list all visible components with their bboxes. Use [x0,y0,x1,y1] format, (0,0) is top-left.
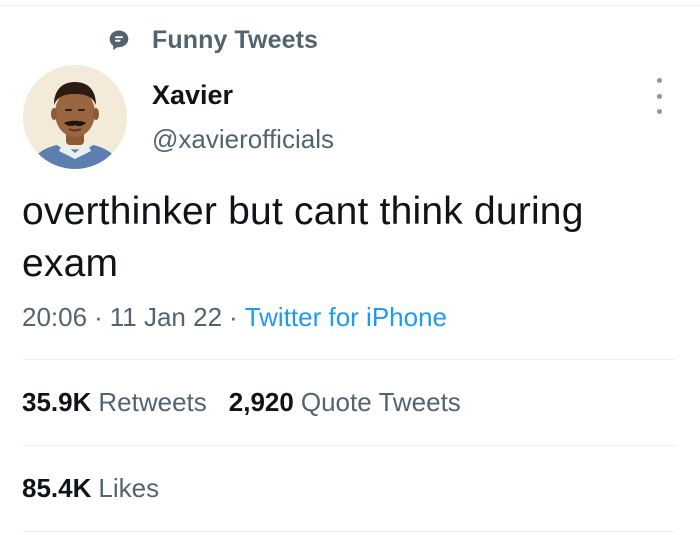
retweets-count: 35.9K [22,387,92,417]
topic-icon [108,29,130,51]
retweets-stat[interactable]: 35.9K Retweets [22,387,207,418]
engagement-stats: 35.9K Retweets 2,920 Quote Tweets [22,387,483,418]
likes-label: Likes [98,473,160,503]
author-name[interactable]: Xavier [152,80,233,111]
tweet-time[interactable]: 20:06 [22,302,87,332]
quote-tweets-label: Quote Tweets [300,387,461,417]
avatar[interactable] [23,65,127,169]
tweet-text: overthinker but cant think during exam [22,190,584,285]
tweet-meta: 20:06 · 11 Jan 22 · Twitter for iPhone [22,302,447,333]
meta-separator: · [94,302,103,332]
author-handle[interactable]: @xavierofficials [152,124,334,155]
divider [22,531,676,532]
top-divider [0,5,700,6]
retweets-label: Retweets [98,387,207,417]
tweet-source-link[interactable]: Twitter for iPhone [245,302,447,332]
divider [22,445,676,446]
meta-separator: · [229,302,238,332]
topic-label: Funny Tweets [152,25,319,54]
topic-context[interactable]: Funny Tweets [108,24,318,56]
divider [22,359,676,360]
likes-count: 85.4K [22,473,92,503]
quote-tweets-count: 2,920 [228,387,294,417]
likes-stat[interactable]: 85.4K Likes [22,473,159,504]
more-options-icon[interactable] [646,78,672,114]
quote-tweets-stat[interactable]: 2,920 Quote Tweets [229,387,461,418]
tweet-date[interactable]: 11 Jan 22 [110,302,222,332]
likes-stats: 85.4K Likes [22,473,181,504]
